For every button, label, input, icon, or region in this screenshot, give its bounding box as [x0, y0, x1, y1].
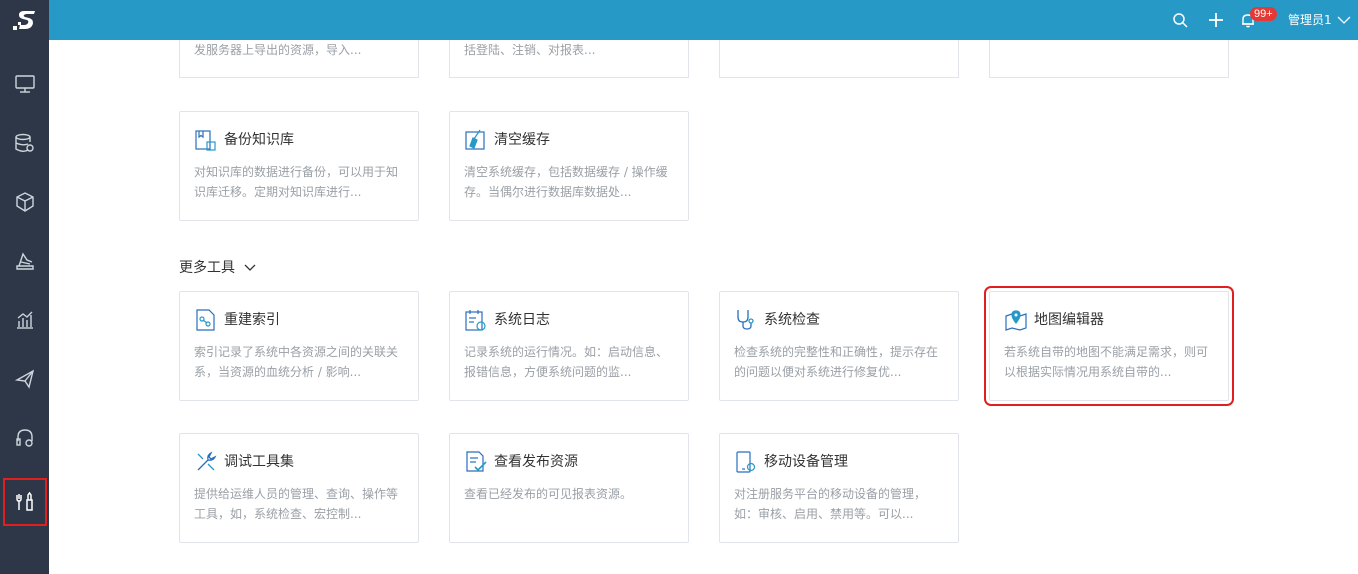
user-menu[interactable]: 管理员1 [1288, 12, 1332, 28]
sidebar-item-layers[interactable] [0, 236, 49, 286]
logo-icon [12, 11, 35, 30]
card-view-published-resources[interactable]: 查看发布资源 查看已经发布的可见报表资源。 [449, 433, 689, 543]
send-icon [14, 369, 34, 389]
card-title: 系统日志 [494, 312, 550, 328]
card-rebuild-index[interactable]: 重建索引 索引记录了系统中各资源之间的关联关系，当资源的血统分析 / 影响... [179, 291, 419, 401]
sidebar-item-chart[interactable] [0, 295, 49, 345]
bar-chart-icon [16, 311, 33, 329]
sidebar-item-tools[interactable] [2, 477, 48, 527]
headset-icon [15, 429, 33, 447]
card-clear-cache[interactable]: 清空缓存 清空系统缓存，包括数据缓存 / 操作缓存。当偶尔进行数据库数据处... [449, 111, 689, 221]
card-system-log[interactable]: 系统日志 记录系统的运行情况。如：启动信息、报错信息，方便系统问题的监... [449, 291, 689, 401]
sidebar-item-database[interactable] [0, 118, 49, 168]
card-title: 调试工具集 [224, 454, 294, 470]
card-description: 查看已经发布的可见报表资源。 [464, 487, 633, 501]
top-bar [49, 0, 1358, 40]
stethoscope-icon [737, 310, 754, 330]
app-logo[interactable] [0, 0, 49, 40]
cube-icon [15, 192, 34, 212]
log-icon [465, 310, 486, 331]
card-description: 对知识库的数据进行备份，可以用于知识库迁移。定期对知识库进行... [194, 165, 399, 199]
card-description: 提供给运维人员的管理、查询、操作等工具，如，系统检查、宏控制... [194, 487, 399, 521]
layers-icon [15, 252, 34, 270]
index-icon [196, 309, 215, 331]
sidebar-item-cube[interactable] [0, 177, 49, 227]
card-backup-knowledge[interactable]: 备份知识库 对知识库的数据进行备份，可以用于知识库迁移。定期对知识库进行... [179, 111, 419, 221]
card-debug-tools[interactable]: 调试工具集 提供给运维人员的管理、查询、操作等工具，如，系统检查、宏控制... [179, 433, 419, 543]
sidebar-item-monitor[interactable] [0, 59, 49, 109]
card-description: 括登陆、注销、对报表... [464, 43, 596, 57]
card-description: 发服务器上导出的资源，导入... [194, 43, 362, 57]
map-pin-icon [1005, 310, 1027, 331]
card-description: 检查系统的完整性和正确性，提示存在的问题以便对系统进行修复优... [734, 345, 939, 379]
card-title: 备份知识库 [224, 132, 294, 148]
card-partial[interactable]: 括登陆、注销、对报表... [449, 40, 689, 78]
chevron-down-icon[interactable] [244, 262, 256, 274]
card-title: 系统检查 [764, 312, 820, 328]
broom-icon [465, 129, 485, 150]
add-button[interactable] [1206, 10, 1226, 30]
card-system-check[interactable]: 系统检查 检查系统的完整性和正确性，提示存在的问题以便对系统进行修复优... [719, 291, 959, 401]
card-description: 对注册服务平台的移动设备的管理，如：审核、启用、禁用等。可以... [734, 487, 927, 521]
document-check-icon [466, 451, 487, 472]
notification-badge: 99+ [1250, 7, 1277, 21]
sidebar-item-headset[interactable] [0, 413, 49, 463]
wrench-icon [197, 451, 217, 471]
section-title-more-tools[interactable]: 更多工具 [179, 259, 235, 277]
main-content: 发服务器上导出的资源，导入... 括登陆、注销、对报表... 备份知识库 对知识… [49, 40, 1358, 574]
sidebar-item-send[interactable] [0, 354, 49, 404]
card-partial[interactable] [719, 40, 959, 78]
card-title: 清空缓存 [494, 132, 550, 148]
card-description: 记录系统的运行情况。如：启动信息、报错信息，方便系统问题的监... [464, 345, 669, 379]
card-title: 移动设备管理 [764, 454, 848, 470]
card-title: 查看发布资源 [494, 454, 578, 470]
card-partial[interactable] [989, 40, 1229, 78]
plus-icon [1209, 13, 1223, 27]
tools-icon [16, 491, 33, 511]
card-map-editor[interactable]: 地图编辑器 若系统自带的地图不能满足需求，则可以根据实际情况用系统自带的... [984, 286, 1234, 406]
chevron-down-icon[interactable] [1337, 13, 1351, 27]
mobile-settings-icon [736, 451, 756, 473]
database-settings-icon [14, 133, 34, 152]
card-description: 清空系统缓存，包括数据缓存 / 操作缓存。当偶尔进行数据库数据处... [464, 165, 668, 199]
card-description: 若系统自带的地图不能满足需求，则可以根据实际情况用系统自带的... [1004, 345, 1209, 379]
card-description: 索引记录了系统中各资源之间的关联关系，当资源的血统分析 / 影响... [194, 345, 399, 379]
card-title: 地图编辑器 [1034, 312, 1104, 328]
search-icon [1173, 13, 1188, 28]
search-button[interactable] [1170, 10, 1190, 30]
card-partial[interactable]: 发服务器上导出的资源，导入... [179, 40, 419, 78]
monitor-icon [14, 75, 35, 93]
backup-icon [195, 130, 216, 151]
card-mobile-device-management[interactable]: 移动设备管理 对注册服务平台的移动设备的管理，如：审核、启用、禁用等。可以... [719, 433, 959, 543]
card-title: 重建索引 [224, 312, 280, 328]
sidebar [0, 0, 49, 574]
